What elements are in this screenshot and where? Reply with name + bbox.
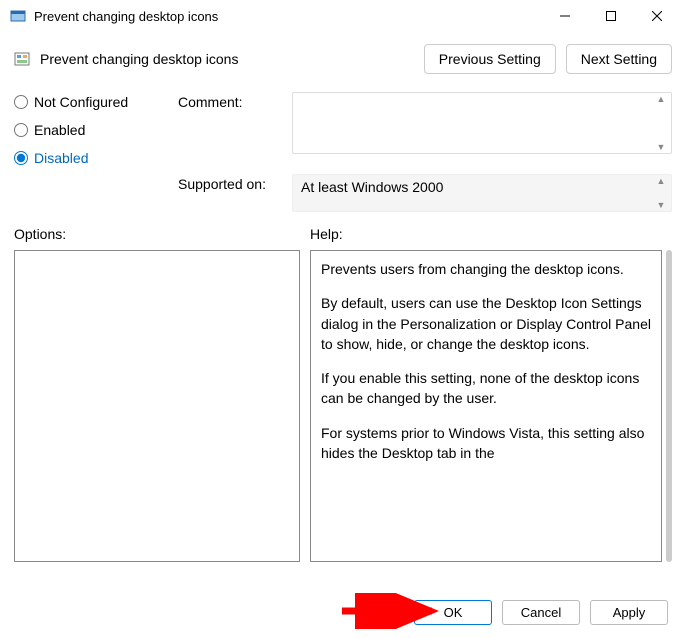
comment-label: Comment: bbox=[178, 92, 288, 110]
supported-value-box: At least Windows 2000 ▲ ▼ bbox=[292, 174, 672, 212]
radio-not-configured[interactable]: Not Configured bbox=[14, 94, 174, 110]
help-panel: Prevents users from changing the desktop… bbox=[310, 250, 662, 562]
radio-enabled-input[interactable] bbox=[14, 123, 28, 137]
minimize-button[interactable] bbox=[542, 1, 588, 31]
help-paragraph: For systems prior to Windows Vista, this… bbox=[321, 423, 651, 464]
help-paragraph: By default, users can use the Desktop Ic… bbox=[321, 293, 651, 354]
scroll-up-icon[interactable]: ▲ bbox=[653, 93, 669, 105]
radio-not-configured-label: Not Configured bbox=[34, 94, 128, 110]
supported-label: Supported on: bbox=[178, 174, 288, 192]
scroll-down-icon[interactable]: ▼ bbox=[653, 199, 669, 211]
comment-textarea[interactable]: ▲ ▼ bbox=[292, 92, 672, 154]
ok-button[interactable]: OK bbox=[414, 600, 492, 625]
scroll-up-icon[interactable]: ▲ bbox=[653, 175, 669, 187]
help-paragraph: If you enable this setting, none of the … bbox=[321, 368, 651, 409]
help-label: Help: bbox=[310, 226, 672, 242]
titlebar: Prevent changing desktop icons bbox=[0, 0, 686, 32]
radio-disabled-label: Disabled bbox=[34, 150, 88, 166]
help-scrollbar[interactable] bbox=[666, 250, 672, 562]
scroll-down-icon[interactable]: ▼ bbox=[653, 141, 669, 153]
close-button[interactable] bbox=[634, 1, 680, 31]
radio-enabled-label: Enabled bbox=[34, 122, 85, 138]
policy-window-icon bbox=[10, 8, 26, 24]
previous-setting-button[interactable]: Previous Setting bbox=[424, 44, 556, 74]
window-title: Prevent changing desktop icons bbox=[34, 9, 542, 24]
radio-disabled[interactable]: Disabled bbox=[14, 150, 174, 166]
radio-disabled-input[interactable] bbox=[14, 151, 28, 165]
supported-value: At least Windows 2000 bbox=[301, 179, 443, 195]
policy-icon bbox=[14, 51, 30, 67]
policy-title: Prevent changing desktop icons bbox=[40, 51, 414, 67]
maximize-button[interactable] bbox=[588, 1, 634, 31]
cancel-button[interactable]: Cancel bbox=[502, 600, 580, 625]
radio-not-configured-input[interactable] bbox=[14, 95, 28, 109]
radio-enabled[interactable]: Enabled bbox=[14, 122, 174, 138]
help-paragraph: Prevents users from changing the desktop… bbox=[321, 259, 651, 279]
next-setting-button[interactable]: Next Setting bbox=[566, 44, 672, 74]
options-panel bbox=[14, 250, 300, 562]
apply-button[interactable]: Apply bbox=[590, 600, 668, 625]
options-label: Options: bbox=[14, 226, 300, 242]
